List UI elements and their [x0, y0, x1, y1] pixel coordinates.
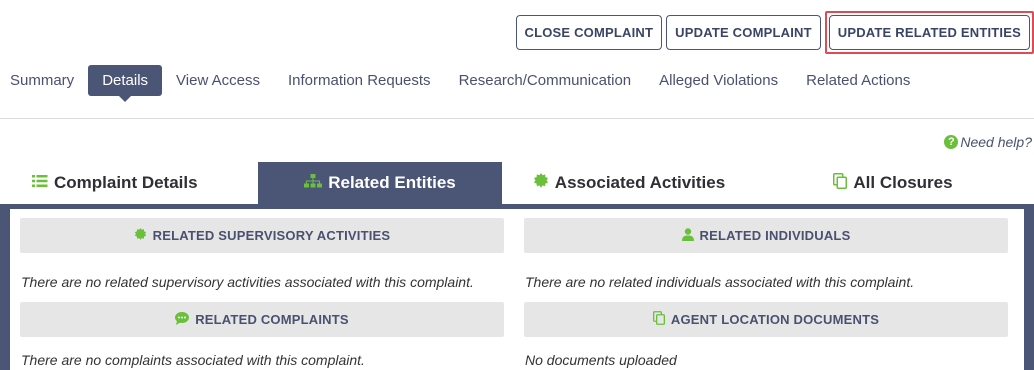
update-complaint-button[interactable]: UPDATE COMPLAINT: [666, 15, 821, 50]
tab-view-access[interactable]: View Access: [162, 65, 274, 96]
subtab-all-closures[interactable]: All Closures: [756, 162, 1030, 204]
close-complaint-button[interactable]: CLOSE COMPLAINT: [515, 15, 663, 50]
supervisory-empty-text: There are no related supervisory activit…: [21, 274, 474, 290]
list-icon: [32, 173, 48, 193]
section-title: RELATED SUPERVISORY ACTIVITIES: [152, 228, 391, 243]
main-tabs: Summary Details View Access Information …: [0, 65, 924, 96]
divider: [0, 118, 1034, 119]
tab-alleged-violations[interactable]: Alleged Violations: [645, 65, 792, 96]
update-related-entities-button[interactable]: UPDATE RELATED ENTITIES: [828, 15, 1030, 50]
certificate-icon: [134, 227, 147, 244]
individuals-empty-text: There are no related individuals associa…: [525, 274, 915, 290]
documents-empty-text: No documents uploaded: [525, 352, 677, 368]
certificate-icon: [533, 172, 549, 194]
sitemap-icon: [304, 173, 323, 193]
related-entities-panel: RELATED SUPERVISORY ACTIVITIES There are…: [0, 204, 1034, 370]
section-header-documents: AGENT LOCATION DOCUMENTS: [524, 302, 1008, 337]
complaints-empty-text: There are no complaints associated with …: [21, 352, 365, 368]
subtab-label: Related Entities: [328, 173, 456, 192]
section-title: RELATED COMPLAINTS: [195, 312, 349, 327]
subtab-label: Associated Activities: [554, 173, 726, 192]
header-actions: CLOSE COMPLAINT UPDATE COMPLAINT UPDATE …: [515, 11, 1034, 54]
user-icon: [681, 227, 694, 244]
subtab-label: Complaint Details: [54, 173, 198, 192]
highlight-frame: UPDATE RELATED ENTITIES: [824, 11, 1034, 54]
section-title: AGENT LOCATION DOCUMENTS: [670, 312, 880, 327]
subtab-associated-activities[interactable]: Associated Activities: [502, 162, 756, 204]
subtab-related-entities[interactable]: Related Entities: [258, 162, 502, 204]
subtab-complaint-details[interactable]: Complaint Details: [0, 162, 258, 204]
need-help-link[interactable]: ? Need help?: [944, 134, 1032, 150]
section-header-supervisory: RELATED SUPERVISORY ACTIVITIES: [20, 218, 504, 253]
section-title: RELATED INDIVIDUALS: [699, 228, 851, 243]
sub-tabs: Complaint Details Related Entities Assoc…: [0, 162, 1034, 204]
tab-details[interactable]: Details: [88, 65, 163, 96]
need-help-label: Need help?: [960, 134, 1032, 150]
section-header-individuals: RELATED INDIVIDUALS: [524, 218, 1008, 253]
comment-icon: [175, 311, 190, 328]
section-header-complaints: RELATED COMPLAINTS: [20, 302, 504, 337]
panel-content: RELATED SUPERVISORY ACTIVITIES There are…: [10, 209, 1024, 370]
tab-summary[interactable]: Summary: [0, 65, 88, 96]
subtab-label: All Closures: [853, 173, 953, 192]
tab-information-requests[interactable]: Information Requests: [274, 65, 445, 96]
tab-related-actions[interactable]: Related Actions: [792, 65, 924, 96]
copy-icon: [652, 311, 665, 328]
help-icon: ?: [944, 135, 959, 149]
tab-research-communication[interactable]: Research/Communication: [445, 65, 646, 96]
copy-icon: [833, 172, 848, 194]
